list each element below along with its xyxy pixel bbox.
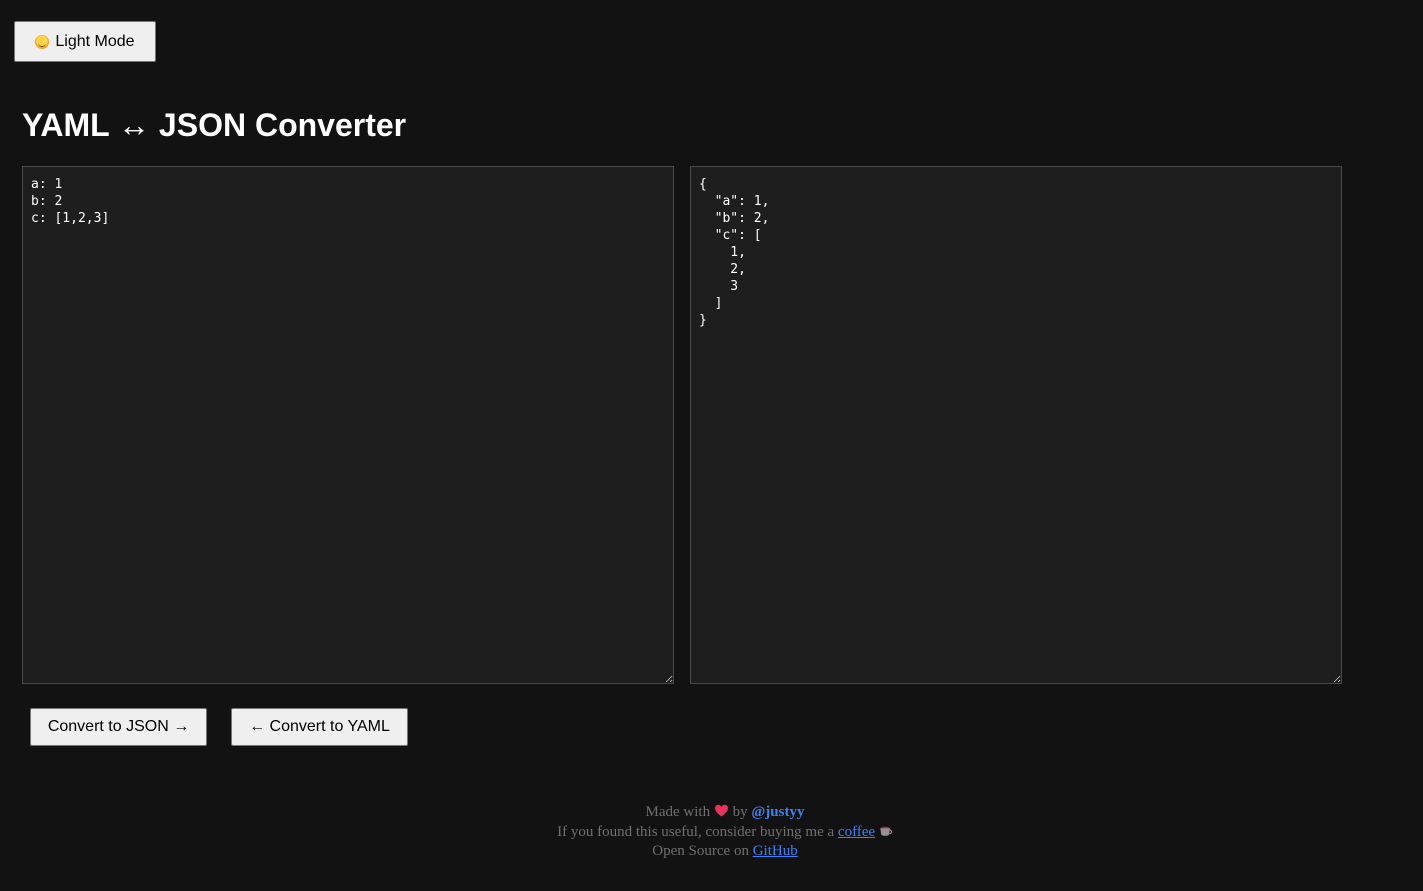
footer: Made with by @justyy If you found this u… [0, 803, 1423, 862]
coffee-cup-icon [880, 826, 892, 836]
footer-open-source-line: Open Source on GitHub [0, 842, 1423, 862]
footer-coffee-line: If you found this useful, consider buyin… [0, 823, 1423, 843]
footer-made-with-line: Made with by @justyy [0, 803, 1423, 823]
made-with-text: Made with [645, 804, 711, 820]
convert-to-json-button[interactable]: Convert to JSON → [30, 708, 207, 746]
open-source-text: Open Source on [652, 843, 749, 859]
sun-face-icon [35, 34, 50, 49]
coffee-text: If you found this useful, consider buyin… [557, 823, 835, 840]
page-title: YAML ↔ JSON Converter [22, 107, 407, 143]
theme-toggle-button[interactable]: Light Mode [14, 21, 156, 62]
json-output[interactable]: { "a": 1, "b": 2, "c": [ 1, 2, 3 ] } [690, 166, 1342, 684]
by-text: by [732, 804, 748, 820]
heart-icon [714, 804, 728, 817]
convert-to-yaml-button[interactable]: ← Convert to YAML [231, 708, 408, 746]
github-link[interactable]: GitHub [753, 843, 798, 859]
author-link[interactable]: @justyy [751, 804, 804, 820]
coffee-link[interactable]: coffee [838, 824, 875, 840]
theme-toggle-label: Light Mode [55, 32, 135, 50]
yaml-input[interactable]: a: 1 b: 2 c: [1,2,3] [22, 166, 674, 684]
